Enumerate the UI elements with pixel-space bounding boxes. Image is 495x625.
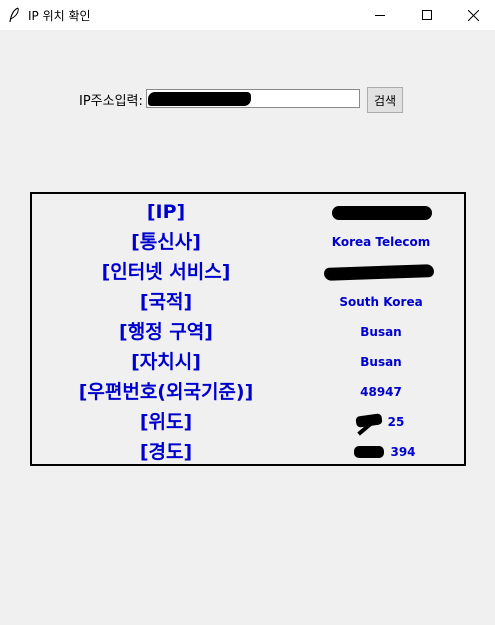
latitude-label: [위도] <box>139 411 193 433</box>
country-label: [국적] <box>139 291 193 313</box>
minimize-button[interactable] <box>357 0 403 30</box>
result-row-country: [국적] South Korea <box>32 287 464 317</box>
ip-label: [IP] <box>146 201 186 223</box>
postal-code-label: [우편번호(외국기준)] <box>78 381 254 403</box>
window-title: IP 위치 확인 <box>28 9 91 23</box>
country-value: South Korea <box>339 295 423 309</box>
region-value: Busan <box>360 325 402 339</box>
ip-input-label: IP주소입력: <box>79 94 143 109</box>
internet-service-label: [인터넷 서비스] <box>101 261 231 283</box>
longitude-label: [경도] <box>139 441 193 463</box>
result-panel: [IP] [통신사] Korea Telecom [인터넷 서비스] [국적] … <box>30 192 466 466</box>
title-bar: IP 위치 확인 <box>0 0 495 30</box>
close-button[interactable] <box>450 0 495 30</box>
result-row-postal-code: [우편번호(외국기준)] 48947 <box>32 377 464 407</box>
ip-address-input[interactable] <box>146 89 360 108</box>
result-row-latitude: [위도] 25 <box>32 407 464 437</box>
minimize-icon <box>375 15 385 16</box>
redaction-mark <box>332 206 432 220</box>
maximize-button[interactable] <box>404 0 450 30</box>
maximize-icon <box>422 10 432 20</box>
region-label: [행정 구역] <box>119 321 213 343</box>
isp-value: Korea Telecom <box>331 235 431 249</box>
result-row-city: [자치시] Busan <box>32 347 464 377</box>
isp-label: [통신사] <box>131 231 201 253</box>
search-button[interactable]: 검색 <box>367 87 403 113</box>
result-row-region: [행정 구역] Busan <box>32 317 464 347</box>
postal-code-value: 48947 <box>360 385 402 399</box>
redaction-mark <box>148 92 251 106</box>
result-row-longitude: [경도] 394 <box>32 437 464 467</box>
close-icon <box>467 9 479 21</box>
redaction-mark <box>354 446 384 458</box>
city-value: Busan <box>360 355 402 369</box>
result-row-internet-service: [인터넷 서비스] <box>32 257 464 287</box>
result-row-isp: [통신사] Korea Telecom <box>32 227 464 257</box>
city-label: [자치시] <box>131 351 201 373</box>
result-row-ip: [IP] <box>32 197 464 227</box>
feather-icon <box>9 7 19 23</box>
